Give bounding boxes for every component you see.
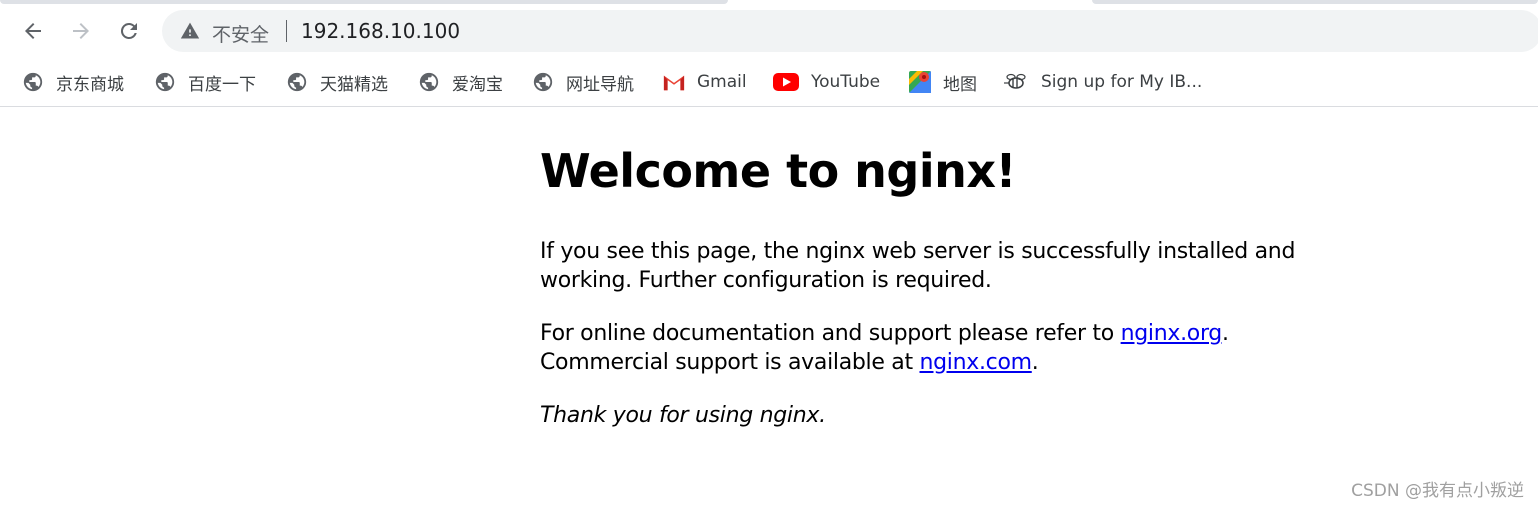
- bookmark-label: 爱淘宝: [452, 74, 503, 95]
- reload-icon: [120, 22, 137, 39]
- bookmark-label: 百度一下: [188, 74, 256, 95]
- toolbar: 不安全: [0, 6, 1538, 56]
- bookmark-label: Gmail: [697, 72, 747, 92]
- thanks-paragraph: Thank you for using nginx.: [540, 401, 1300, 430]
- bee-icon: [1003, 71, 1029, 93]
- bookmark-gmail[interactable]: Gmail: [663, 68, 747, 96]
- support-paragraph: For online documentation and support ple…: [540, 319, 1300, 377]
- gmail-icon: [663, 71, 685, 93]
- commercial-text: Commercial support is available at: [540, 350, 920, 375]
- omnibox-separator: [286, 20, 287, 42]
- back-button[interactable]: [16, 14, 50, 48]
- bookmark-label: Sign up for My IB...: [1041, 72, 1203, 92]
- bookmark-youtube[interactable]: YouTube: [773, 68, 880, 96]
- bookmark-ib[interactable]: Sign up for My IB...: [1003, 68, 1202, 96]
- globe-icon: [154, 71, 176, 93]
- bookmark-jd[interactable]: 京东商城: [22, 68, 124, 96]
- warning-icon[interactable]: [180, 21, 200, 41]
- bookmark-label: 地图: [943, 74, 977, 95]
- bookmark-aitaobao[interactable]: 爱淘宝: [418, 68, 503, 96]
- nginx-com-link[interactable]: nginx.com: [920, 350, 1033, 375]
- bookmark-maps[interactable]: 地图: [909, 68, 977, 96]
- globe-icon: [286, 71, 308, 93]
- nginx-welcome-content: Welcome to nginx! If you see this page, …: [540, 143, 1300, 454]
- bookmark-label: 网址导航: [566, 74, 634, 95]
- bookmarks-bar: 京东商城 百度一下 天猫精选 爱淘宝 网址导航 Gmail YouTube 地图…: [0, 60, 1538, 107]
- thanks-text: Thank you for using nginx.: [540, 403, 826, 428]
- globe-icon: [418, 71, 440, 93]
- reload-button[interactable]: [112, 14, 146, 48]
- bookmark-nav[interactable]: 网址导航: [532, 68, 634, 96]
- support-punct: .: [1221, 321, 1229, 346]
- globe-icon: [532, 71, 554, 93]
- intro-paragraph: If you see this page, the nginx web serv…: [540, 239, 1296, 293]
- bookmark-label: 天猫精选: [320, 74, 388, 95]
- security-label[interactable]: 不安全: [212, 20, 269, 47]
- globe-icon: [22, 71, 44, 93]
- tab-strip: [0, 0, 1538, 5]
- bookmark-label: 京东商城: [56, 74, 124, 95]
- forward-button[interactable]: [64, 14, 98, 48]
- inactive-tab[interactable]: [1092, 0, 1538, 4]
- maps-icon: [909, 71, 931, 93]
- arrow-right-icon: [73, 23, 89, 39]
- bookmark-baidu[interactable]: 百度一下: [154, 68, 256, 96]
- arrow-left-icon: [25, 23, 41, 39]
- support-text: For online documentation and support ple…: [540, 321, 1121, 346]
- youtube-icon: [773, 71, 799, 93]
- nginx-org-link[interactable]: nginx.org: [1121, 321, 1223, 346]
- bookmark-label: YouTube: [811, 72, 881, 92]
- browser-window: 不安全 京东商城 百度一下 天猫精选 爱淘宝: [0, 0, 1538, 509]
- bookmark-tmall[interactable]: 天猫精选: [286, 68, 388, 96]
- inactive-tab[interactable]: [0, 0, 728, 4]
- page-title: Welcome to nginx!: [540, 144, 1017, 198]
- commercial-punct: .: [1031, 350, 1039, 375]
- url-input[interactable]: [301, 19, 901, 43]
- watermark: CSDN @我有点小叛逆: [1351, 481, 1524, 501]
- address-bar[interactable]: 不安全: [162, 10, 1538, 52]
- page-viewport: Welcome to nginx! If you see this page, …: [0, 107, 1538, 509]
